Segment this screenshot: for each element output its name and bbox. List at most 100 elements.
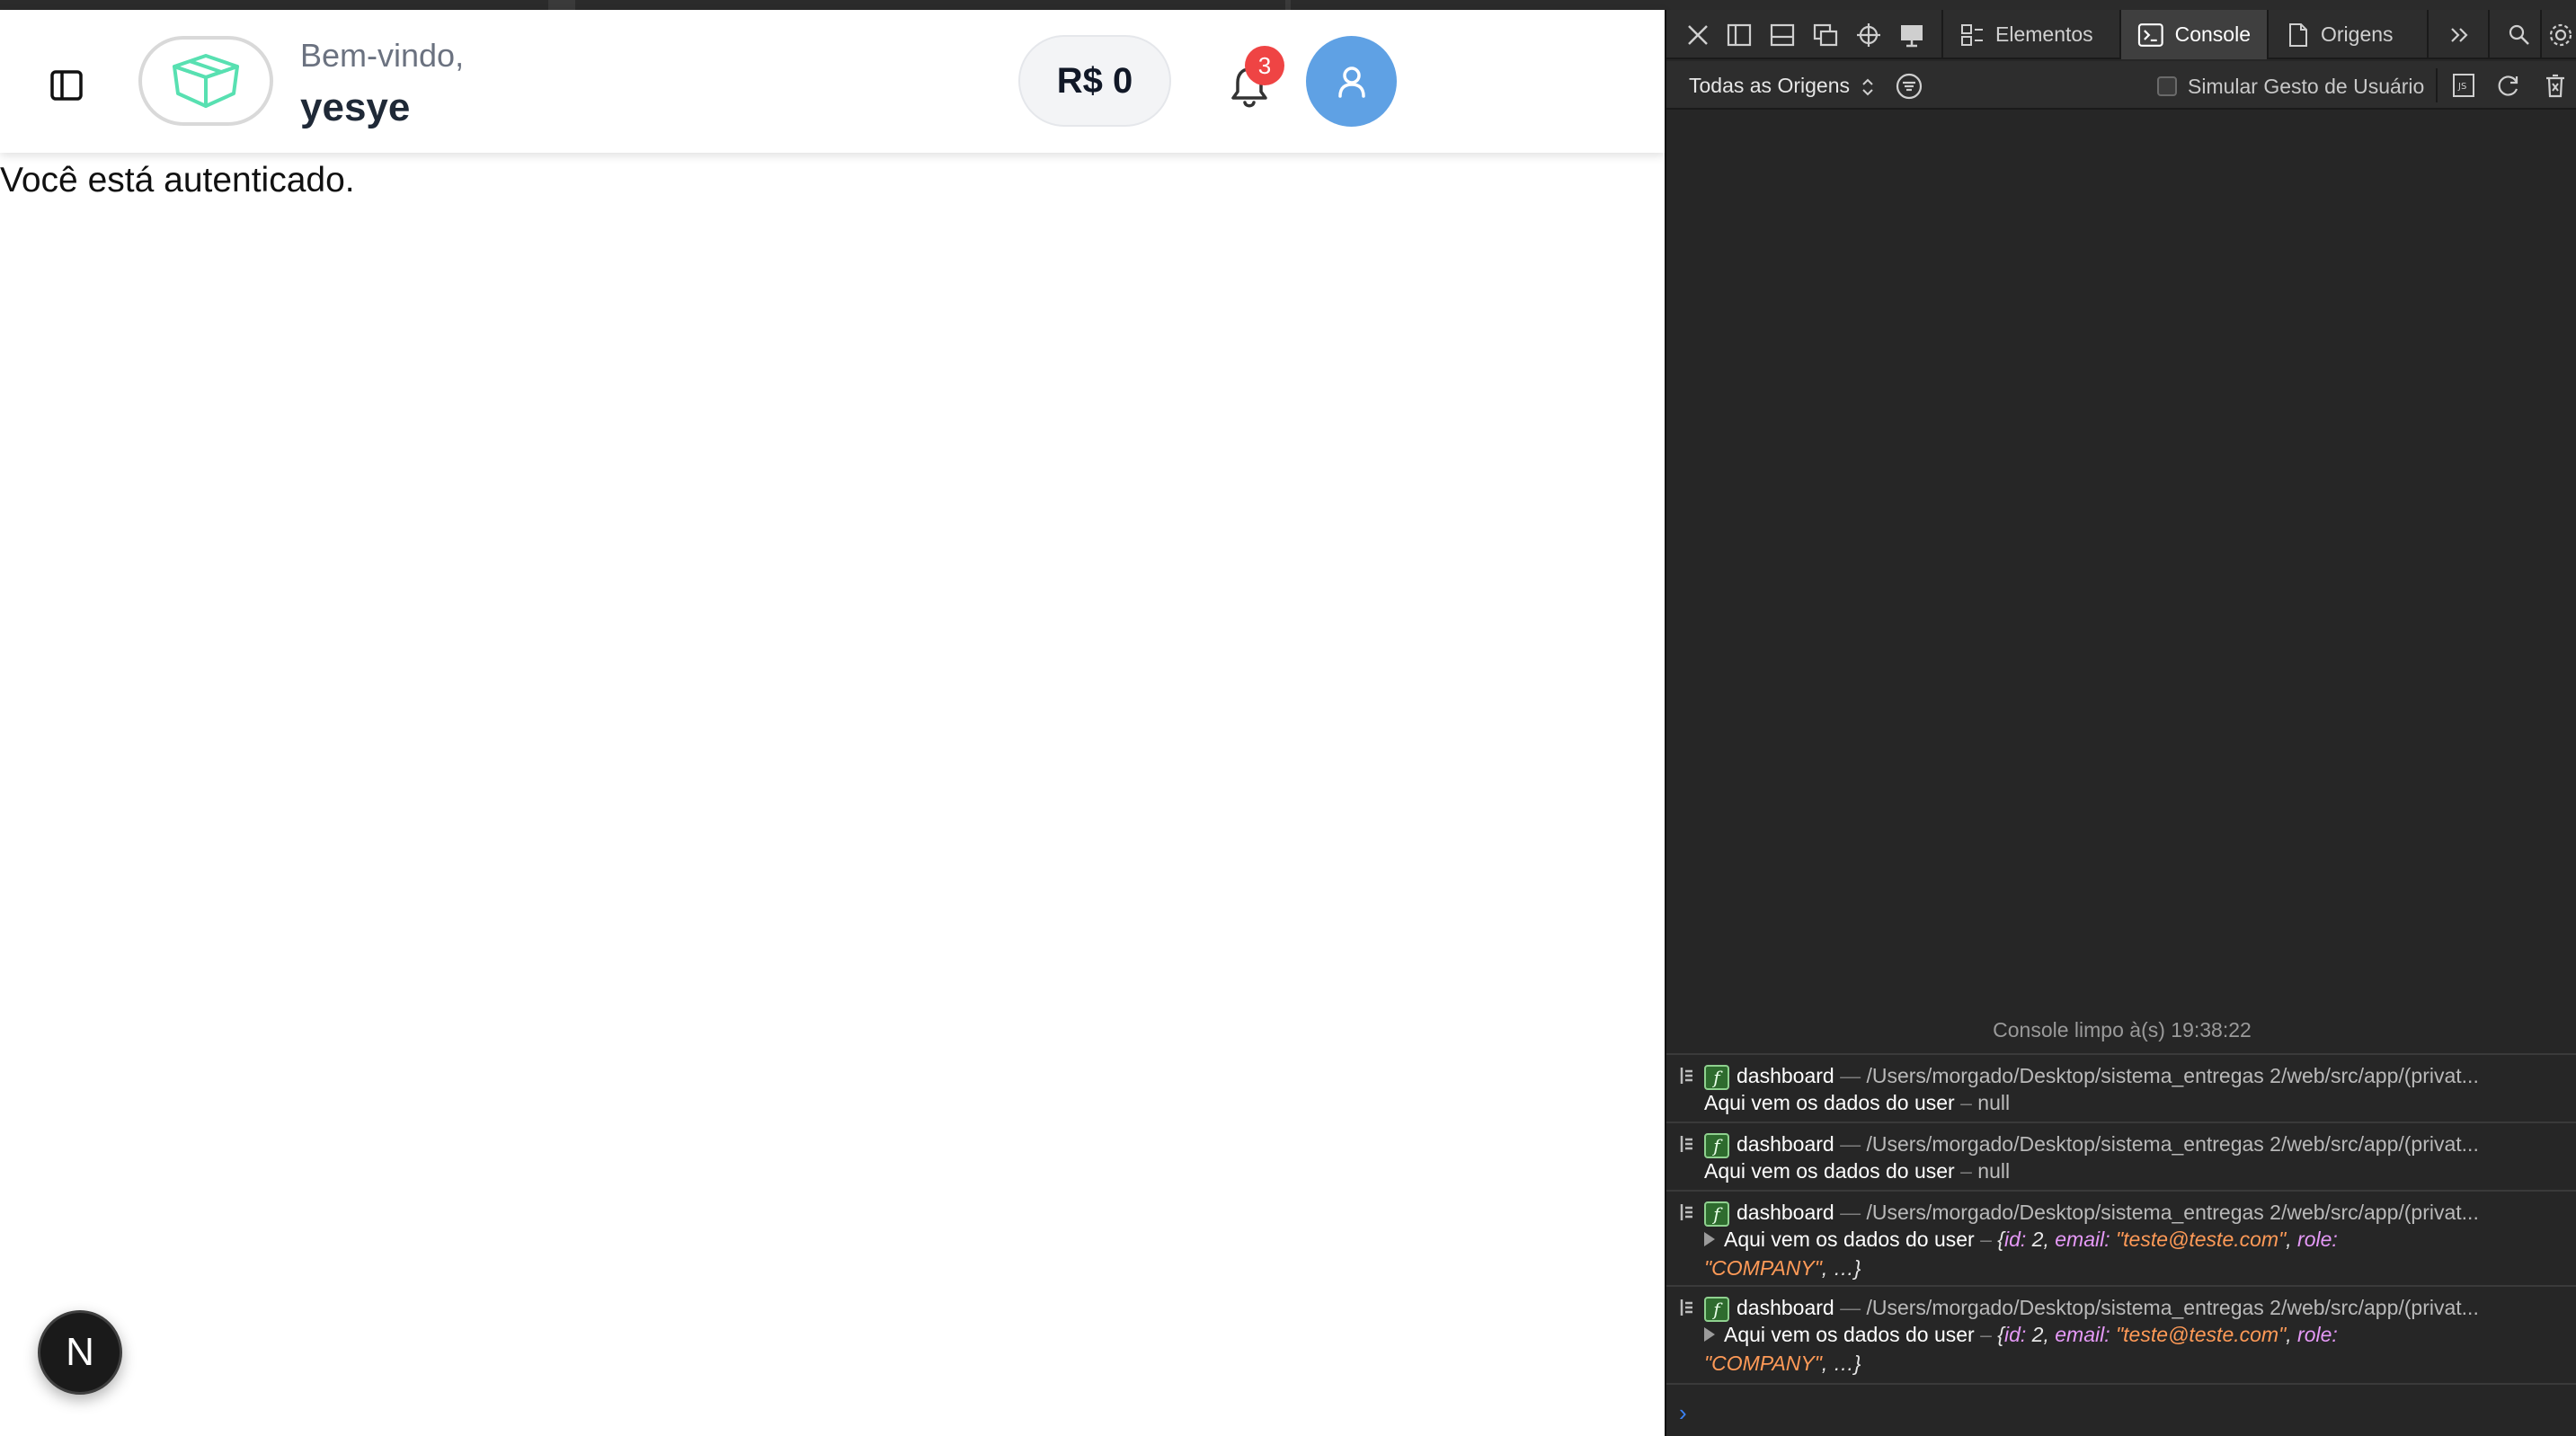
gear-icon[interactable] bbox=[2547, 22, 2574, 49]
object-open: { bbox=[1997, 1323, 2004, 1346]
log-message: Aqui vem os dados do user bbox=[1704, 1159, 1955, 1183]
balance-button[interactable]: R$ 0 bbox=[1018, 35, 1171, 127]
prompt-divider bbox=[1666, 1383, 2576, 1385]
tabbar-divider bbox=[2540, 10, 2542, 59]
filter-icon[interactable] bbox=[1895, 72, 1923, 101]
tabbar-divider bbox=[2427, 10, 2429, 59]
reload-icon[interactable] bbox=[2495, 72, 2522, 99]
log-dash: – bbox=[1960, 1091, 1972, 1114]
simulate-gesture-checkbox[interactable] bbox=[2157, 76, 2177, 96]
log-message: Aqui vem os dados do user bbox=[1724, 1228, 1975, 1251]
log-source-path[interactable]: /Users/morgado/Desktop/sistema_entregas … bbox=[1866, 1132, 2478, 1156]
close-icon[interactable] bbox=[1684, 22, 1711, 49]
origins-select[interactable]: Todas as Origens bbox=[1689, 74, 1875, 98]
tab-console[interactable]: Console bbox=[2121, 10, 2267, 59]
log-function-name[interactable]: dashboard bbox=[1737, 1132, 1834, 1156]
welcome-text: Bem-vindo, bbox=[300, 37, 465, 74]
search-icon[interactable] bbox=[2506, 22, 2533, 49]
object-key: role: bbox=[2297, 1228, 2338, 1251]
sidebar-toggle-icon[interactable] bbox=[49, 67, 84, 103]
tab-indicator bbox=[1285, 0, 1291, 10]
updown-chevron-icon bbox=[1862, 78, 1874, 96]
expand-caret-icon[interactable] bbox=[1704, 1327, 1715, 1342]
stack-trace-icon[interactable] bbox=[1679, 1202, 1695, 1222]
log-separator: — bbox=[1840, 1296, 1861, 1319]
more-tabs-icon[interactable] bbox=[2447, 22, 2474, 49]
tab-elements[interactable]: Elementos bbox=[1943, 10, 2110, 59]
tab-sources-label: Origens bbox=[2321, 22, 2394, 46]
log-value: null bbox=[1977, 1159, 2011, 1183]
log-function-name[interactable]: dashboard bbox=[1737, 1201, 1834, 1224]
auth-message: Você está autenticado. bbox=[0, 161, 355, 199]
user-avatar[interactable] bbox=[1306, 36, 1397, 127]
svg-text:JS: JS bbox=[2457, 82, 2466, 92]
tab-indicator bbox=[548, 0, 575, 10]
console-log-entry[interactable]: f dashboard — /Users/morgado/Desktop/sist… bbox=[1666, 1285, 2576, 1383]
log-message: Aqui vem os dados do user bbox=[1704, 1091, 1955, 1114]
console-cleared-message: Console limpo à(s) 19:38:22 bbox=[1993, 1018, 2252, 1042]
log-source-path[interactable]: /Users/morgado/Desktop/sistema_entregas … bbox=[1866, 1296, 2478, 1319]
function-icon: f bbox=[1704, 1296, 1729, 1322]
tab-console-label: Console bbox=[2174, 22, 2251, 46]
stack-trace-icon[interactable] bbox=[1679, 1298, 1695, 1317]
filterbar-divider bbox=[2436, 68, 2438, 102]
console-prompt[interactable]: › bbox=[1679, 1399, 1687, 1427]
tab-sources[interactable]: Origens bbox=[2269, 10, 2412, 59]
devtools-tabbar: Elementos Console Origens bbox=[1666, 10, 2576, 59]
object-value: "teste@teste.com" bbox=[2116, 1228, 2287, 1251]
log-function-name[interactable]: dashboard bbox=[1737, 1064, 1834, 1087]
function-icon: f bbox=[1704, 1132, 1729, 1158]
log-dash: – bbox=[1980, 1323, 1992, 1346]
stack-trace-icon[interactable] bbox=[1679, 1134, 1695, 1154]
simulate-gesture-label: Simular Gesto de Usuário bbox=[2188, 75, 2425, 98]
console-icon bbox=[2137, 22, 2163, 47]
device-screen-icon[interactable] bbox=[1898, 22, 1925, 49]
log-value: null bbox=[1977, 1091, 2011, 1114]
clear-console-icon[interactable] bbox=[2542, 72, 2569, 99]
object-comma: , bbox=[2286, 1323, 2292, 1346]
log-dash: – bbox=[1960, 1159, 1972, 1183]
object-key: id: bbox=[2003, 1228, 2027, 1251]
browser-top-strip bbox=[0, 0, 2576, 10]
object-value: 2, bbox=[2031, 1228, 2049, 1251]
log-source-path[interactable]: /Users/morgado/Desktop/sistema_entregas … bbox=[1866, 1064, 2478, 1087]
elements-icon bbox=[1961, 23, 1983, 46]
object-value: "COMPANY" bbox=[1704, 1256, 1822, 1280]
log-separator: — bbox=[1840, 1064, 1861, 1087]
object-close: , …} bbox=[1821, 1256, 1861, 1280]
console-log-entry[interactable]: f dashboard — /Users/morgado/Desktop/sist… bbox=[1666, 1190, 2576, 1285]
origins-select-label: Todas as Origens bbox=[1689, 74, 1850, 97]
object-key: email: bbox=[2055, 1228, 2110, 1251]
expand-caret-icon[interactable] bbox=[1704, 1232, 1715, 1246]
console-log-entry[interactable]: f dashboard — /Users/morgado/Desktop/sist… bbox=[1666, 1053, 2576, 1121]
log-message: Aqui vem os dados do user bbox=[1724, 1323, 1975, 1346]
stack-trace-icon[interactable] bbox=[1679, 1066, 1695, 1086]
dock-left-icon[interactable] bbox=[1726, 22, 1753, 49]
evaluate-js-icon[interactable]: JS bbox=[2450, 72, 2477, 99]
log-dash: – bbox=[1980, 1228, 1992, 1251]
object-close: , …} bbox=[1821, 1352, 1861, 1375]
object-value: 2, bbox=[2031, 1323, 2049, 1346]
nextjs-dev-button[interactable]: N bbox=[38, 1310, 122, 1395]
function-icon: f bbox=[1704, 1064, 1729, 1090]
tabbar-divider bbox=[2488, 10, 2490, 59]
notification-badge: 3 bbox=[1245, 46, 1284, 85]
app-viewport: Bem-vindo, yesye R$ 0 3 Você está autent… bbox=[0, 10, 1665, 1436]
console-filter-bar: Todas as Origens Simular Gesto de Usuári… bbox=[1666, 61, 2576, 110]
object-key: email: bbox=[2055, 1323, 2110, 1346]
object-open: { bbox=[1997, 1228, 2004, 1251]
inspect-crosshair-icon[interactable] bbox=[1855, 22, 1882, 49]
app-header: Bem-vindo, yesye R$ 0 3 bbox=[0, 10, 1665, 153]
logo-box-icon[interactable] bbox=[138, 36, 273, 126]
log-function-name[interactable]: dashboard bbox=[1737, 1296, 1834, 1319]
console-log-entry[interactable]: f dashboard — /Users/morgado/Desktop/sist… bbox=[1666, 1121, 2576, 1190]
user-icon bbox=[1337, 66, 1365, 98]
object-key: id: bbox=[2003, 1323, 2027, 1346]
dock-bottom-icon[interactable] bbox=[1769, 22, 1796, 49]
log-source-path[interactable]: /Users/morgado/Desktop/sistema_entregas … bbox=[1866, 1201, 2478, 1224]
tab-elements-label: Elementos bbox=[1995, 22, 2093, 46]
detach-window-icon[interactable] bbox=[1812, 22, 1839, 49]
log-separator: — bbox=[1840, 1132, 1861, 1156]
username: yesye bbox=[300, 85, 411, 129]
sources-icon bbox=[2289, 22, 2307, 47]
